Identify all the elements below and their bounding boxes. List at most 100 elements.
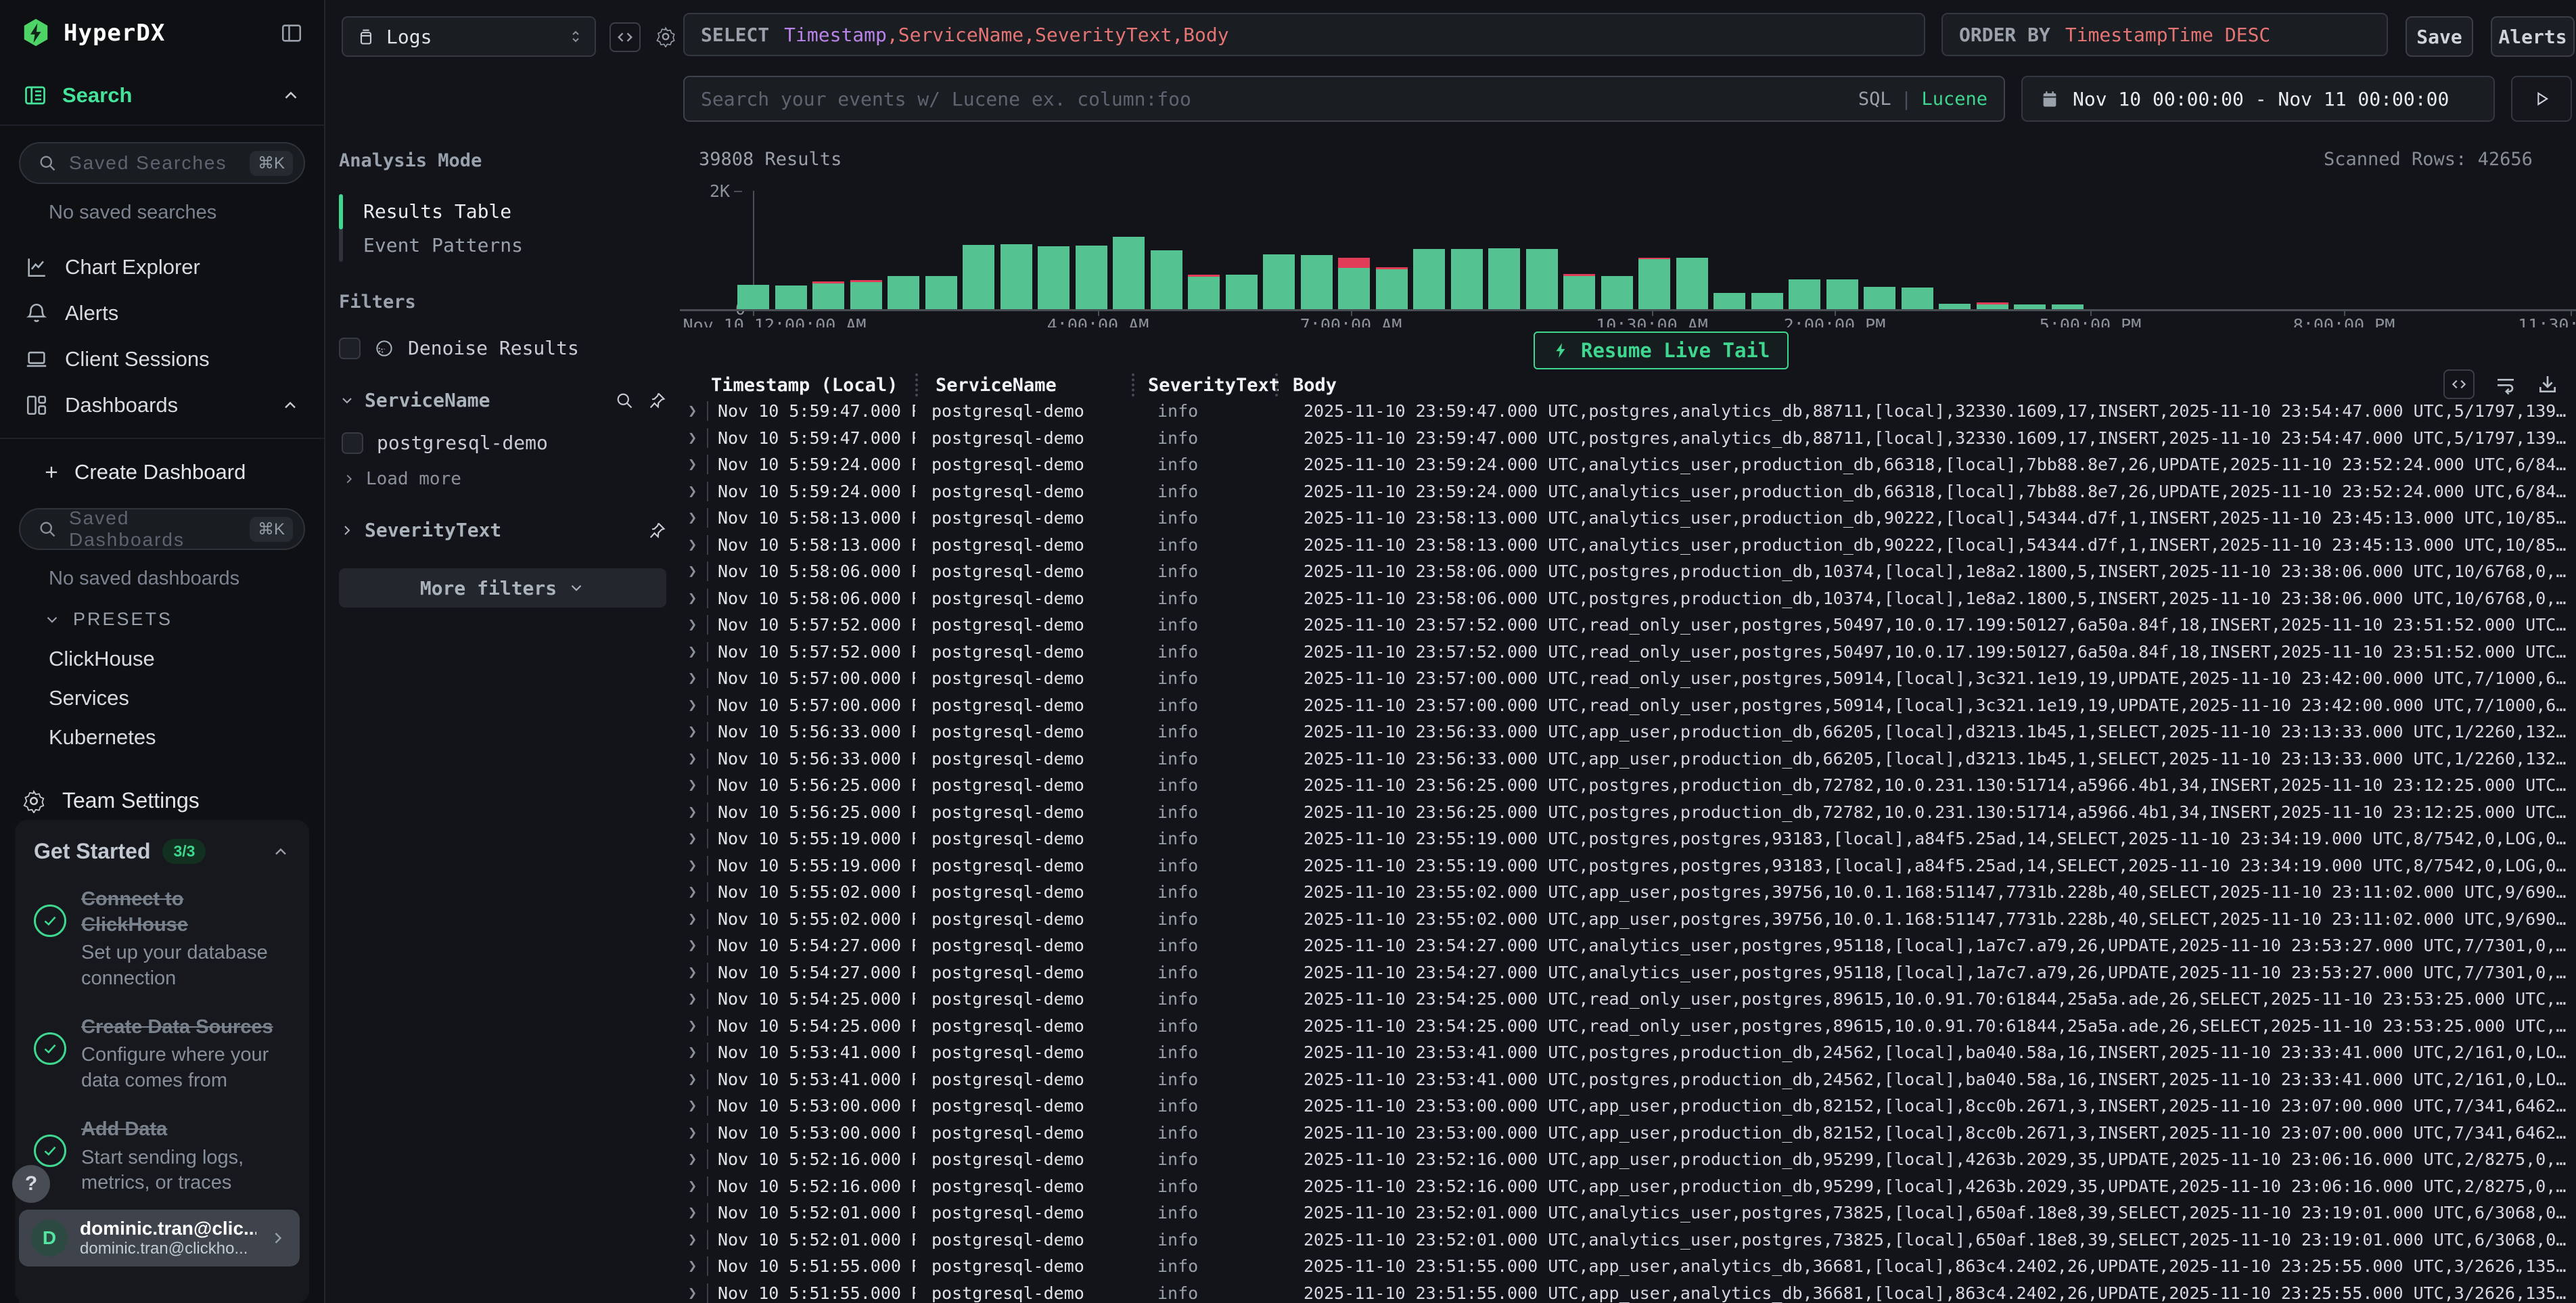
row-expand-chevron[interactable]: ❯ — [680, 1285, 707, 1302]
log-row[interactable]: ❯ Nov 10 5:55:19.000 PM postgresql-demo … — [680, 852, 2576, 879]
download-icon[interactable] — [2537, 373, 2558, 395]
checkbox[interactable] — [342, 432, 363, 454]
load-more-button[interactable]: Load more — [339, 469, 666, 489]
col-body[interactable]: Body — [1278, 375, 2576, 396]
log-row[interactable]: ❯ Nov 10 5:55:19.000 PM postgresql-demo … — [680, 825, 2576, 852]
source-select[interactable]: Logs — [342, 16, 596, 57]
row-expand-chevron[interactable]: ❯ — [680, 483, 707, 500]
row-expand-chevron[interactable]: ❯ — [680, 1178, 707, 1195]
get-started-task[interactable]: Create Data Sources Configure where your… — [34, 1015, 290, 1094]
row-expand-chevron[interactable]: ❯ — [680, 1044, 707, 1061]
lang-toggle-sql[interactable]: SQL — [1858, 89, 1891, 110]
sidebar-item-client-sessions[interactable]: Client Sessions — [0, 336, 324, 382]
saved-searches-input[interactable]: Saved Searches ⌘K — [19, 142, 305, 184]
row-expand-chevron[interactable]: ❯ — [680, 670, 707, 687]
log-row[interactable]: ❯ Nov 10 5:55:02.000 PM postgresql-demo … — [680, 879, 2576, 906]
mode-results-table[interactable]: Results Table — [363, 194, 523, 228]
row-expand-chevron[interactable]: ❯ — [680, 990, 707, 1007]
sidebar-item-chart-explorer[interactable]: Chart Explorer — [0, 244, 324, 290]
log-row[interactable]: ❯ Nov 10 5:54:27.000 PM postgresql-demo … — [680, 932, 2576, 959]
sidebar-item-dashboards[interactable]: Dashboards — [0, 382, 324, 428]
row-expand-chevron[interactable]: ❯ — [680, 1151, 707, 1168]
create-dashboard-button[interactable]: Create Dashboard — [0, 447, 324, 497]
log-row[interactable]: ❯ Nov 10 5:57:52.000 PM postgresql-demo … — [680, 639, 2576, 666]
log-row[interactable]: ❯ Nov 10 5:54:27.000 PM postgresql-demo … — [680, 959, 2576, 986]
log-row[interactable]: ❯ Nov 10 5:53:00.000 PM postgresql-demo … — [680, 1093, 2576, 1120]
run-query-button[interactable] — [2511, 76, 2572, 122]
lang-toggle-lucene[interactable]: Lucene — [1921, 89, 1987, 110]
row-expand-chevron[interactable]: ❯ — [680, 697, 707, 714]
col-servicename[interactable]: ServiceName — [918, 375, 1132, 396]
preset-item[interactable]: Services — [0, 679, 324, 718]
log-row[interactable]: ❯ Nov 10 5:59:47.000 PM postgresql-demo … — [680, 425, 2576, 452]
log-row[interactable]: ❯ Nov 10 5:57:00.000 PM postgresql-demo … — [680, 692, 2576, 719]
row-expand-chevron[interactable]: ❯ — [680, 616, 707, 633]
log-row[interactable]: ❯ Nov 10 5:59:24.000 PM postgresql-demo … — [680, 478, 2576, 505]
log-row[interactable]: ❯ Nov 10 5:58:06.000 PM postgresql-demo … — [680, 558, 2576, 585]
query-settings-button[interactable] — [650, 21, 681, 52]
row-expand-chevron[interactable]: ❯ — [680, 937, 707, 954]
denoise-results-checkbox[interactable]: Denoise Results — [339, 337, 666, 359]
row-expand-chevron[interactable]: ❯ — [680, 750, 707, 767]
row-expand-chevron[interactable]: ❯ — [680, 536, 707, 553]
log-row[interactable]: ❯ Nov 10 5:53:00.000 PM postgresql-demo … — [680, 1120, 2576, 1147]
row-expand-chevron[interactable]: ❯ — [680, 857, 707, 874]
log-row[interactable]: ❯ Nov 10 5:55:02.000 PM postgresql-demo … — [680, 906, 2576, 933]
row-expand-chevron[interactable]: ❯ — [680, 884, 707, 900]
facet-severitytext[interactable]: SeverityText — [339, 519, 666, 541]
log-row[interactable]: ❯ Nov 10 5:59:24.000 PM postgresql-demo … — [680, 451, 2576, 478]
sidebar-item-search[interactable]: Search — [0, 66, 324, 126]
log-row[interactable]: ❯ Nov 10 5:56:25.000 PM postgresql-demo … — [680, 799, 2576, 826]
log-row[interactable]: ❯ Nov 10 5:51:55.000 PM postgresql-demo … — [680, 1280, 2576, 1303]
log-row[interactable]: ❯ Nov 10 5:51:55.000 PM postgresql-demo … — [680, 1253, 2576, 1280]
log-row[interactable]: ❯ Nov 10 5:58:13.000 PM postgresql-demo … — [680, 532, 2576, 559]
log-row[interactable]: ❯ Nov 10 5:52:16.000 PM postgresql-demo … — [680, 1146, 2576, 1173]
log-row[interactable]: ❯ Nov 10 5:56:33.000 PM postgresql-demo … — [680, 718, 2576, 746]
log-row[interactable]: ❯ Nov 10 5:53:41.000 PM postgresql-demo … — [680, 1066, 2576, 1093]
facet-search-icon[interactable] — [615, 391, 634, 410]
log-row[interactable]: ❯ Nov 10 5:58:13.000 PM postgresql-demo … — [680, 505, 2576, 532]
save-button[interactable]: Save — [2406, 16, 2473, 57]
row-expand-chevron[interactable]: ❯ — [680, 964, 707, 981]
log-row[interactable]: ❯ Nov 10 5:59:47.000 PM postgresql-demo … — [680, 398, 2576, 425]
pin-icon[interactable] — [647, 521, 666, 540]
column-config-icon[interactable] — [2443, 369, 2475, 399]
get-started-task[interactable]: Connect to ClickHouse Set up your databa… — [34, 887, 290, 992]
alerts-button[interactable]: Alerts — [2491, 16, 2575, 57]
row-expand-chevron[interactable]: ❯ — [680, 590, 707, 607]
select-columns-input[interactable]: SELECT Timestamp,ServiceName,SeverityTex… — [683, 13, 1925, 56]
chevron-up-icon[interactable] — [271, 842, 290, 861]
help-button[interactable]: ? — [12, 1165, 50, 1203]
row-expand-chevron[interactable]: ❯ — [680, 430, 707, 447]
log-row[interactable]: ❯ Nov 10 5:54:25.000 PM postgresql-demo … — [680, 986, 2576, 1013]
saved-dashboards-input[interactable]: Saved Dashboards ⌘K — [19, 508, 305, 550]
get-started-task[interactable]: Add Data Start sending logs, metrics, or… — [34, 1117, 290, 1196]
col-severitytext[interactable]: SeverityText — [1134, 375, 1275, 396]
row-expand-chevron[interactable]: ❯ — [680, 1258, 707, 1275]
user-menu[interactable]: D dominic.tran@clic... dominic.tran@clic… — [19, 1210, 300, 1266]
row-expand-chevron[interactable]: ❯ — [680, 509, 707, 526]
chevron-up-icon[interactable] — [281, 85, 301, 106]
row-expand-chevron[interactable]: ❯ — [680, 1204, 707, 1221]
sidebar-item-alerts[interactable]: Alerts — [0, 290, 324, 336]
log-row[interactable]: ❯ Nov 10 5:52:01.000 PM postgresql-demo … — [680, 1199, 2576, 1227]
row-expand-chevron[interactable]: ❯ — [680, 643, 707, 660]
row-expand-chevron[interactable]: ❯ — [680, 723, 707, 740]
log-row[interactable]: ❯ Nov 10 5:56:33.000 PM postgresql-demo … — [680, 746, 2576, 773]
row-expand-chevron[interactable]: ❯ — [680, 403, 707, 419]
log-row[interactable]: ❯ Nov 10 5:57:52.000 PM postgresql-demo … — [680, 612, 2576, 639]
facet-servicename[interactable]: ServiceName — [339, 389, 666, 411]
wrap-lines-icon[interactable] — [2495, 373, 2516, 395]
row-expand-chevron[interactable]: ❯ — [680, 1018, 707, 1034]
log-row[interactable]: ❯ Nov 10 5:53:41.000 PM postgresql-demo … — [680, 1039, 2576, 1066]
row-expand-chevron[interactable]: ❯ — [680, 777, 707, 794]
row-expand-chevron[interactable]: ❯ — [680, 804, 707, 821]
row-expand-chevron[interactable]: ❯ — [680, 456, 707, 473]
preset-item[interactable]: ClickHouse — [0, 639, 324, 679]
preset-item[interactable]: Kubernetes — [0, 718, 324, 757]
row-expand-chevron[interactable]: ❯ — [680, 1071, 707, 1088]
date-range-picker[interactable]: Nov 10 00:00:00 - Nov 11 00:00:00 — [2021, 76, 2495, 122]
resume-live-tail-button[interactable]: Resume Live Tail — [1534, 332, 1789, 369]
log-row[interactable]: ❯ Nov 10 5:57:00.000 PM postgresql-demo … — [680, 665, 2576, 692]
search-events-input[interactable]: Search your events w/ Lucene ex. column:… — [683, 76, 2005, 122]
